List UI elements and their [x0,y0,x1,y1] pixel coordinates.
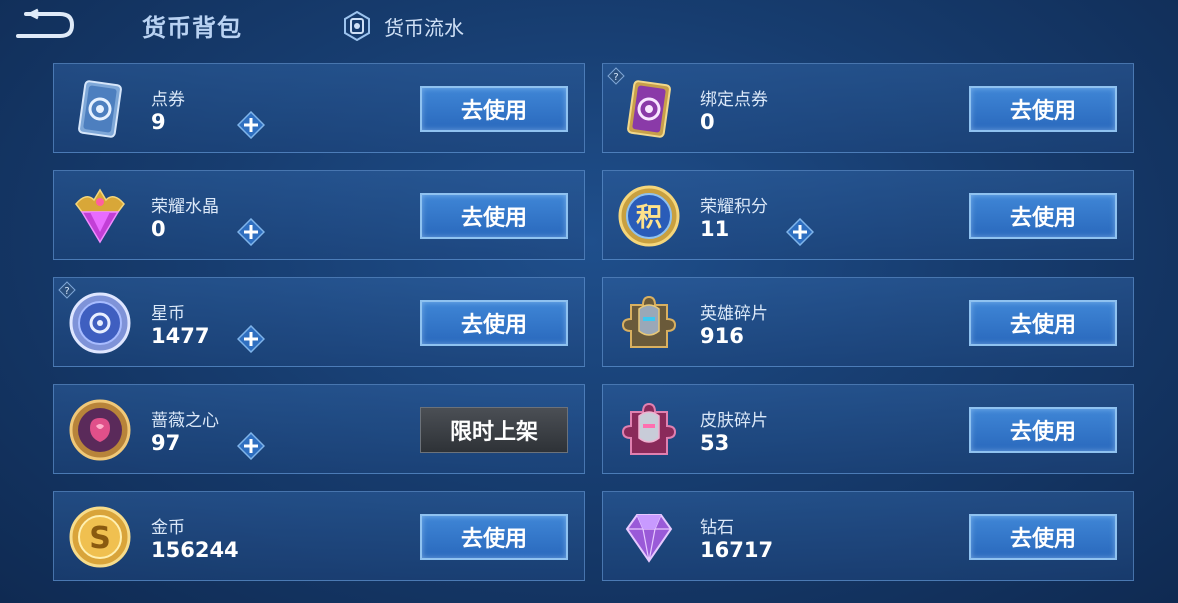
currency-amount: 0 [700,110,715,134]
use-gold-coin-button[interactable]: 去使用 [420,514,568,560]
add-star-coin-button[interactable] [236,324,266,354]
currency-amount: 916 [700,324,744,348]
currency-amount: 11 [700,217,730,241]
currency-card-star-coin: ? 星币 1477 去使用 [53,277,585,367]
currency-flow-icon [344,10,370,42]
currency-name: 星币 [151,304,185,324]
use-skin-fragment-button[interactable]: 去使用 [969,407,1117,453]
add-voucher-button[interactable] [236,110,266,140]
use-bound-voucher-button[interactable]: 去使用 [969,86,1117,132]
plus-icon [785,217,815,247]
use-glory-crystal-button[interactable]: 去使用 [420,193,568,239]
currency-name: 钻石 [700,518,734,538]
page-title: 货币背包 [142,14,242,42]
use-glory-points-button[interactable]: 去使用 [969,193,1117,239]
rose-heart-icon [68,398,132,462]
currency-amount: 97 [151,431,181,455]
add-rose-heart-button[interactable] [236,431,266,461]
diamond-icon [617,505,681,569]
currency-card-bound-voucher: ? 绑定点券 0 去使用 [602,63,1134,153]
svg-text:积: 积 [636,203,662,233]
currency-card-voucher: 点券 9 去使用 [53,63,585,153]
currency-card-glory-crystal: 荣耀水晶 0 去使用 [53,170,585,260]
currency-card-skin-fragment: 皮肤碎片 53 去使用 [602,384,1134,474]
plus-icon [236,217,266,247]
glory-points-icon: 积 [617,184,681,248]
currency-card-diamond: 钻石 16717 去使用 [602,491,1134,581]
back-button[interactable] [12,8,76,42]
currency-flow-link[interactable]: 货币流水 [344,10,464,42]
currency-amount: 16717 [700,538,774,562]
add-glory-points-button[interactable] [785,217,815,247]
skin-fragment-icon [617,398,681,462]
use-voucher-button[interactable]: 去使用 [420,86,568,132]
limited-time-button[interactable]: 限时上架 [420,407,568,453]
plus-icon [236,431,266,461]
back-arrow-icon [16,8,75,38]
gold-coin-icon: S [68,505,132,569]
currency-name: 蔷薇之心 [151,411,219,431]
currency-card-rose-heart: 蔷薇之心 97 限时上架 [53,384,585,474]
currency-amount: 53 [700,431,730,455]
currency-name: 绑定点券 [700,90,768,110]
currency-name: 荣耀水晶 [151,197,219,217]
hero-fragment-icon [617,291,681,355]
use-diamond-button[interactable]: 去使用 [969,514,1117,560]
star-coin-icon [68,291,132,355]
currency-card-glory-points: 积 荣耀积分 11 去使用 [602,170,1134,260]
currency-name: 英雄碎片 [700,304,768,324]
currency-name: 荣耀积分 [700,197,768,217]
glory-crystal-icon [68,184,132,248]
svg-text:S: S [89,521,111,556]
plus-icon [236,324,266,354]
bound-voucher-icon [617,77,681,141]
currency-name: 点券 [151,90,185,110]
add-glory-crystal-button[interactable] [236,217,266,247]
currency-card-gold-coin: S 金币 156244 去使用 [53,491,585,581]
currency-name: 皮肤碎片 [700,411,768,431]
currency-amount: 0 [151,217,166,241]
currency-amount: 1477 [151,324,210,348]
voucher-card-icon [68,77,132,141]
currency-card-hero-fragment: 英雄碎片 916 去使用 [602,277,1134,367]
currency-flow-label: 货币流水 [384,15,464,40]
plus-icon [236,110,266,140]
top-bar: 货币背包 货币流水 [0,0,1178,52]
currency-amount: 9 [151,110,166,134]
use-hero-fragment-button[interactable]: 去使用 [969,300,1117,346]
use-star-coin-button[interactable]: 去使用 [420,300,568,346]
currency-name: 金币 [151,518,185,538]
currency-amount: 156244 [151,538,239,562]
